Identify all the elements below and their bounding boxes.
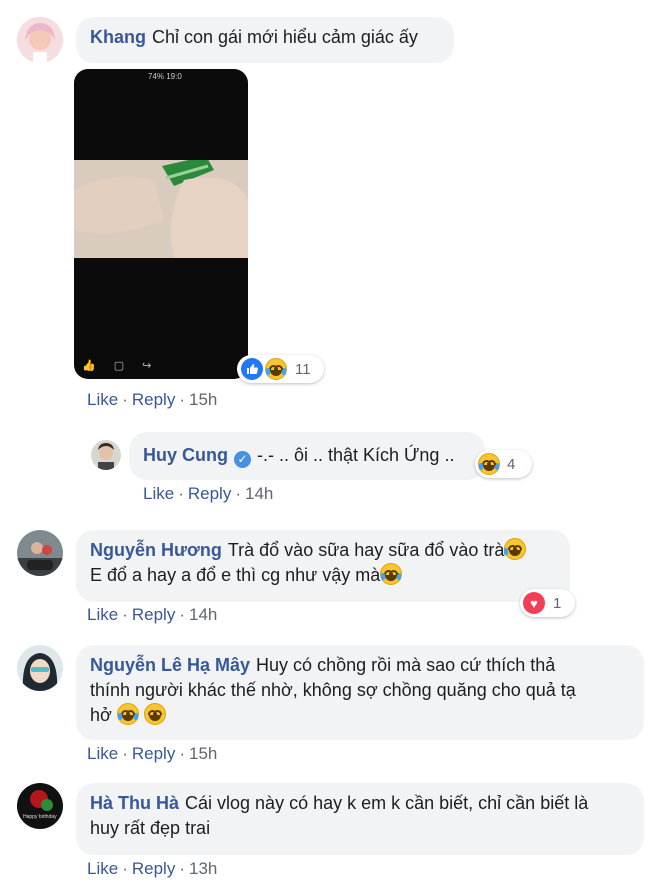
reaction-count: 1 [553, 594, 562, 612]
avatar-image [91, 440, 121, 470]
separator: · [235, 484, 241, 503]
avatar-huy-cung[interactable] [91, 440, 121, 470]
comment-text-line1: Cái vlog này có hay k em k cần biết, chỉ… [185, 793, 589, 813]
phone-status-bar: 74% 19:0 [148, 72, 182, 81]
grinning-face-icon [143, 703, 166, 725]
comment-bubble-ha-thu-ha: Hà Thu Hà Cái vlog này có hay k em k cần … [76, 783, 644, 855]
avatar-nguyen-le-ha-may[interactable] [17, 645, 63, 691]
avatar-caption: Happy birthday [23, 814, 57, 820]
comment-text-line2: huy rất đẹp trai [90, 818, 211, 838]
avatar-image [17, 783, 63, 829]
like-button[interactable]: Like [87, 390, 118, 409]
comment-bubble-nguyen-le-ha-may: Nguyễn Lê Hạ Mây Huy có chồng rồi mà sao … [76, 645, 644, 740]
laugh-icon [265, 358, 287, 380]
reply-button[interactable]: Reply [132, 744, 175, 763]
like-icon [241, 358, 263, 380]
reply-button[interactable]: Reply [132, 605, 175, 624]
verified-badge-icon: ✓ [234, 451, 251, 468]
comment-text-line2: E đổ a hay a đổ e thì cg như vậy mà [90, 565, 381, 585]
avatar-image [17, 17, 63, 63]
separator: · [179, 390, 185, 409]
reaction-count: 11 [295, 360, 311, 378]
commenter-name[interactable]: Hà Thu Hà [90, 793, 179, 813]
grinning-sweat-icon [504, 538, 527, 560]
commenter-name[interactable]: Huy Cung [143, 445, 228, 465]
timestamp[interactable]: 14h [245, 484, 273, 503]
comment-text: -.- .. ôi .. thật Kích Ứng .. [257, 445, 455, 465]
separator: · [179, 605, 185, 624]
comment-text: Chỉ con gái mới hiểu cảm giác ấy [152, 27, 418, 47]
comment-text-line2: thính người khác thế nhờ, không sợ chồng… [90, 680, 576, 700]
comment-actions: Like · Reply · 14h [87, 605, 217, 625]
avatar-khang[interactable] [17, 17, 63, 63]
comment-icon: ▢ [113, 360, 143, 372]
separator: · [179, 744, 185, 763]
reactions-summary[interactable]: ♥ 1 [520, 589, 575, 617]
love-icon: ♥ [523, 592, 545, 614]
comment-bubble-nguyen-huong: Nguyễn Hương Trà đổ vào sữa hay sữa đổ và… [76, 530, 570, 602]
reactions-summary[interactable]: 11 [237, 355, 324, 383]
comment-actions: Like · Reply · 14h [143, 484, 273, 504]
reply-button[interactable]: Reply [132, 390, 175, 409]
like-button[interactable]: Like [87, 744, 118, 763]
avatar-ha-thu-ha[interactable]: Happy birthday [17, 783, 63, 829]
tears-of-joy-icon [116, 703, 139, 725]
like-button[interactable]: Like [143, 484, 174, 503]
timestamp[interactable]: 15h [189, 744, 217, 763]
comment-actions: Like · Reply · 15h [87, 390, 217, 410]
reactions-summary[interactable]: 4 [475, 450, 532, 478]
commenter-name[interactable]: Nguyễn Lê Hạ Mây [90, 655, 250, 675]
video-frame [74, 160, 248, 258]
comment-text-line1: Huy có chồng rồi mà sao cứ thích thả [256, 655, 556, 675]
comment-actions: Like · Reply · 15h [87, 744, 217, 764]
phone-bottom-icons: 👍▢↪ [82, 359, 169, 372]
separator: · [122, 744, 128, 763]
tears-of-joy-icon [380, 563, 403, 585]
share-icon: ↪ [142, 360, 170, 372]
comment-bubble-khang: Khang Chỉ con gái mới hiểu cảm giác ấy [76, 17, 454, 63]
like-icon: 👍 [82, 360, 114, 372]
commenter-name[interactable]: Khang [90, 27, 146, 47]
separator: · [122, 605, 128, 624]
comment-bubble-huy-cung: Huy Cung ✓ -.- .. ôi .. thật Kích Ứng .. [129, 432, 485, 480]
separator: · [178, 484, 184, 503]
timestamp[interactable]: 14h [189, 605, 217, 624]
avatar-nguyen-huong[interactable] [17, 530, 63, 576]
reply-button[interactable]: Reply [188, 484, 231, 503]
like-button[interactable]: Like [87, 859, 118, 878]
reply-button[interactable]: Reply [132, 859, 175, 878]
timestamp[interactable]: 15h [189, 390, 217, 409]
avatar-image [17, 530, 63, 576]
separator: · [122, 390, 128, 409]
comment-actions: Like · Reply · 13h [87, 859, 217, 879]
comment-text-line1: Trà đổ vào sữa hay sữa đổ vào trà [227, 540, 505, 560]
comment-text-line3: hở [90, 705, 112, 725]
comment-attachment-image[interactable]: 74% 19:0 👍▢↪ [74, 69, 248, 379]
reaction-count: 4 [507, 455, 516, 473]
separator: · [122, 859, 128, 878]
like-button[interactable]: Like [87, 605, 118, 624]
separator: · [179, 859, 185, 878]
timestamp[interactable]: 13h [189, 859, 217, 878]
commenter-name[interactable]: Nguyễn Hương [90, 540, 222, 560]
laugh-icon [478, 453, 500, 475]
avatar-image [17, 645, 63, 691]
